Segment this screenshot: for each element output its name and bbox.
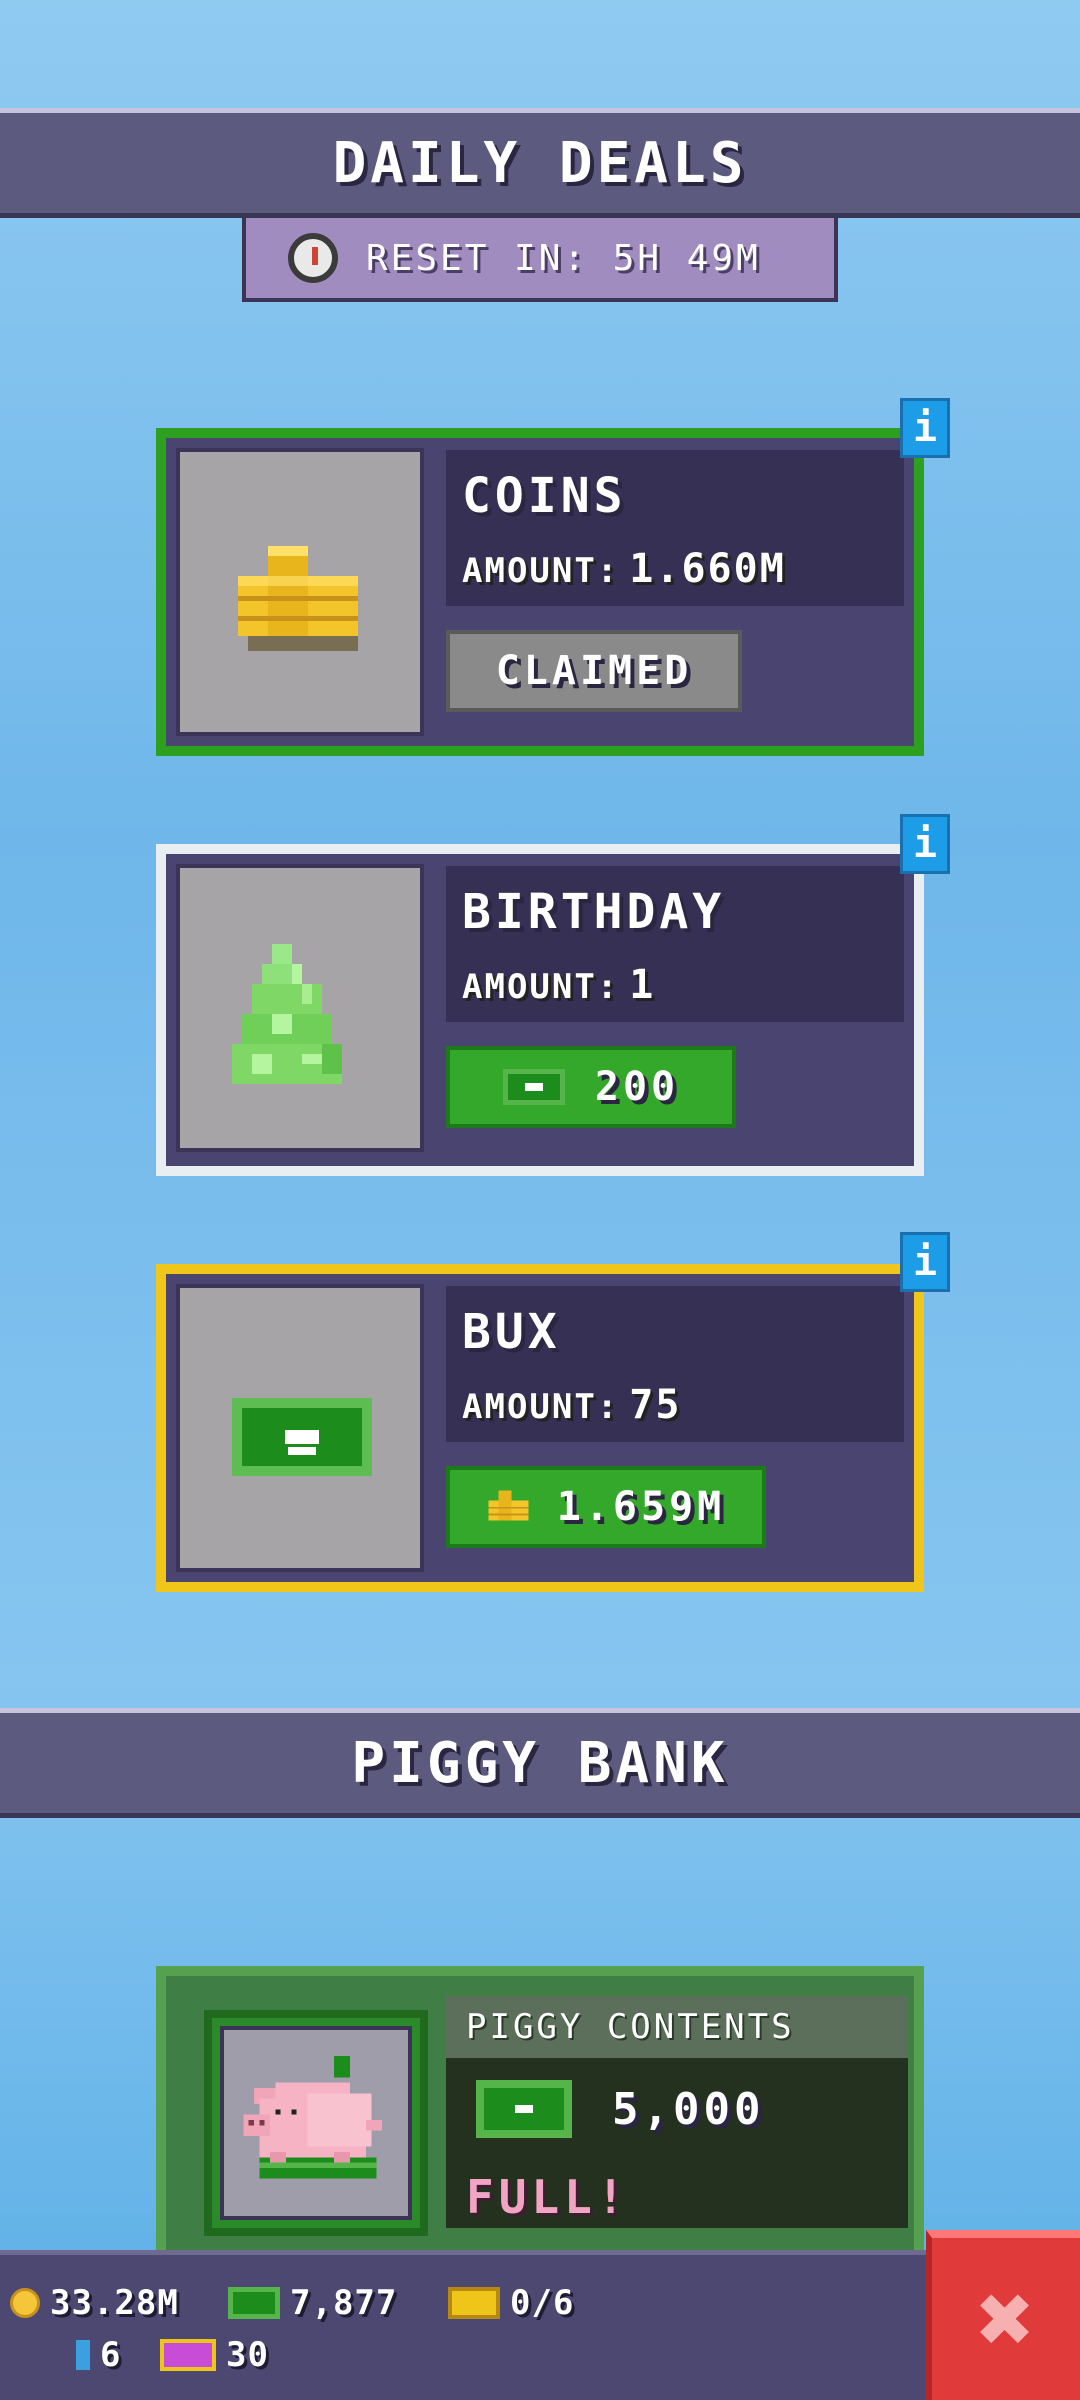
- price-label: 200: [594, 1064, 680, 1110]
- deal-amount-label: AMOUNT:: [462, 967, 620, 1007]
- piggy-image-frame: [204, 2010, 428, 2236]
- deal-amount-value: 75: [629, 1382, 682, 1428]
- clock-icon: [288, 233, 338, 283]
- bux-icon: [232, 1398, 372, 1476]
- reset-timer: RESET IN: 5H 49M: [242, 218, 838, 302]
- deal-image-box: [176, 1284, 424, 1572]
- deal-card-birthday[interactable]: BIRTHDAY AMOUNT: 1 200: [156, 844, 924, 1176]
- close-button[interactable]: ✖: [926, 2230, 1080, 2400]
- coins-icon: [238, 546, 358, 651]
- info-button-birthday[interactable]: i: [900, 814, 950, 874]
- deal-info-panel: BUX AMOUNT: 75: [446, 1286, 904, 1442]
- deal-title: BUX: [462, 1304, 561, 1360]
- info-icon: i: [912, 1239, 938, 1285]
- info-icon: i: [912, 405, 938, 451]
- price-label: 1.659M: [556, 1484, 726, 1530]
- deal-amount-row: AMOUNT: 1.660M: [462, 546, 786, 592]
- deal-image-box: [176, 448, 424, 736]
- tickets-resource[interactable]: 0/6: [448, 2283, 574, 2323]
- resource-bar: 33.28M 7,877 0/6 6 30: [0, 2250, 930, 2400]
- info-button-bux[interactable]: i: [900, 1232, 950, 1292]
- coins-resource[interactable]: 33.28M: [10, 2283, 179, 2323]
- piggy-icon: [243, 2056, 382, 2179]
- deal-title: BIRTHDAY: [462, 884, 726, 940]
- deal-amount-row: AMOUNT: 1: [462, 962, 655, 1008]
- piggy-contents-label: PIGGY CONTENTS: [466, 2007, 795, 2047]
- deal-image-box: [176, 864, 424, 1152]
- piggy-image-box: [220, 2026, 412, 2220]
- deal-amount-label: AMOUNT:: [462, 1387, 620, 1427]
- coins-icon: [488, 1490, 529, 1521]
- bux-icon: [476, 2080, 572, 2138]
- tickets-count: 0/6: [510, 2283, 575, 2323]
- piggy-amount: 5,000: [612, 2083, 765, 2135]
- deal-title: COINS: [462, 468, 627, 524]
- vip-count: 30: [226, 2335, 269, 2375]
- daily-deals-banner: DAILY DEALS: [0, 108, 1080, 218]
- piggy-bank-title: PIGGY BANK: [351, 1730, 729, 1796]
- buy-button-bux[interactable]: 1.659M: [446, 1466, 766, 1548]
- deal-amount-label: AMOUNT:: [462, 551, 620, 591]
- deal-info-panel: BIRTHDAY AMOUNT: 1: [446, 866, 904, 1022]
- piggy-amount-row: 5,000: [476, 2080, 764, 2138]
- piggy-bank-card[interactable]: PIGGY CONTENTS 5,000 FULL!: [156, 1966, 924, 2266]
- bux-resource[interactable]: 7,877: [228, 2283, 397, 2323]
- info-icon: i: [912, 821, 938, 867]
- deal-amount-value: 1: [629, 962, 656, 1008]
- bux-count: 7,877: [290, 2283, 398, 2323]
- close-icon: ✖: [977, 2263, 1035, 2375]
- deal-amount-value: 1.660M: [629, 546, 786, 592]
- bux-icon: [228, 2287, 280, 2319]
- coins-count: 33.28M: [50, 2283, 179, 2323]
- claimed-label: CLAIMED: [495, 648, 693, 694]
- gems-resource[interactable]: 6: [76, 2335, 121, 2375]
- ticket-icon: [448, 2287, 500, 2319]
- cake-icon: [232, 944, 342, 1084]
- coin-icon: [10, 2288, 40, 2318]
- piggy-contents-header: PIGGY CONTENTS: [446, 1996, 908, 2058]
- piggy-bank-banner: PIGGY BANK: [0, 1708, 1080, 1818]
- reset-timer-text: RESET IN: 5H 49M: [366, 237, 761, 279]
- buy-button-birthday[interactable]: 200: [446, 1046, 736, 1128]
- gem-icon: [76, 2340, 90, 2370]
- piggy-contents-body: 5,000 FULL!: [446, 2058, 908, 2228]
- piggy-status: FULL!: [466, 2170, 630, 2224]
- deal-info-panel: COINS AMOUNT: 1.660M: [446, 450, 904, 606]
- deal-card-coins[interactable]: COINS AMOUNT: 1.660M CLAIMED: [156, 428, 924, 756]
- deal-card-bux[interactable]: BUX AMOUNT: 75 1.659M: [156, 1264, 924, 1592]
- deal-amount-row: AMOUNT: 75: [462, 1382, 681, 1428]
- claimed-button[interactable]: CLAIMED: [446, 630, 742, 712]
- bux-icon: [502, 1069, 565, 1105]
- info-button-coins[interactable]: i: [900, 398, 950, 458]
- vip-resource[interactable]: 30: [160, 2335, 269, 2375]
- gems-count: 6: [100, 2335, 122, 2375]
- vip-icon: [160, 2339, 216, 2371]
- daily-deals-title: DAILY DEALS: [332, 130, 748, 196]
